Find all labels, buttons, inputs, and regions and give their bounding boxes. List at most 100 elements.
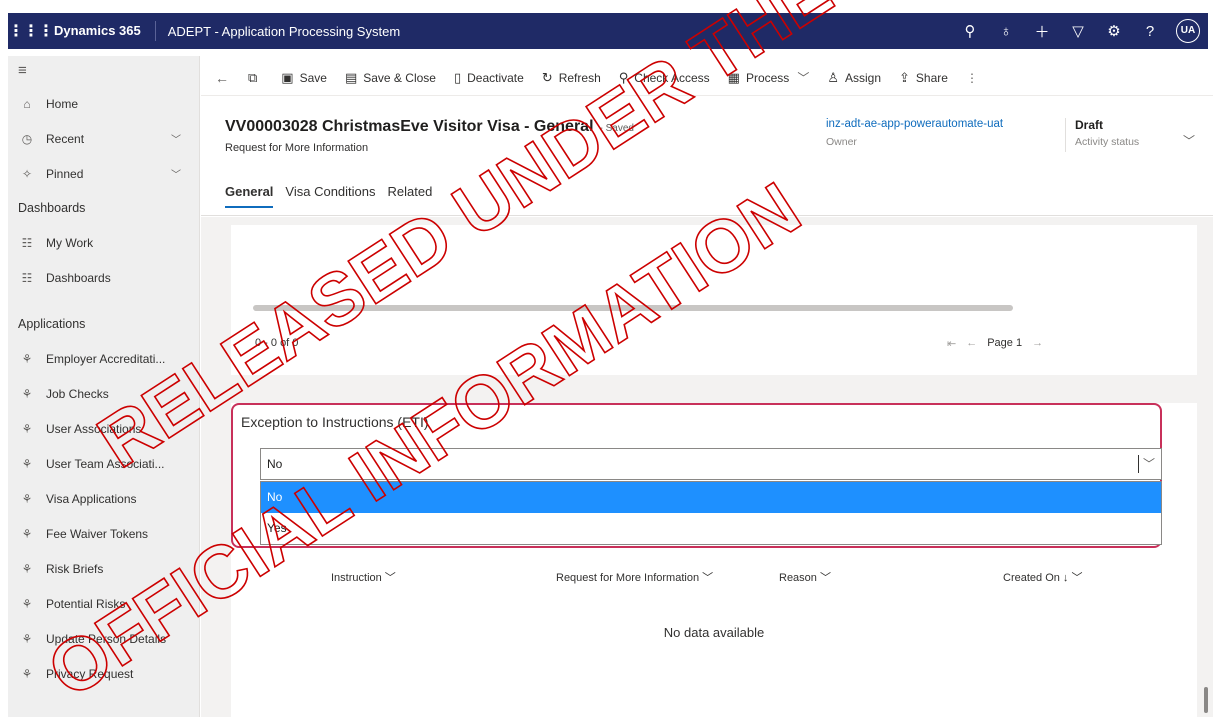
chevron-down-icon[interactable]: ﹀ xyxy=(171,166,181,181)
help-icon[interactable]: ? xyxy=(1132,23,1168,40)
header-expand-chevron-icon[interactable]: ﹀ xyxy=(1183,132,1195,149)
nav-item-my-work[interactable]: ☷ My Work xyxy=(8,225,199,260)
nav-item-employer-accreditations[interactable]: ⚘ Employer Accreditati... xyxy=(8,341,199,376)
column-header-created-on[interactable]: Created On ↓ ﹀ xyxy=(1003,569,1083,585)
puzzle-icon: ⚘ xyxy=(21,596,33,611)
share-icon: ⇪ xyxy=(899,69,910,85)
text-cursor xyxy=(1138,455,1139,473)
puzzle-icon: ⚘ xyxy=(21,631,33,646)
gear-icon[interactable]: ⚙ xyxy=(1096,22,1132,40)
hamburger-icon[interactable]: ≡ xyxy=(8,56,199,86)
record-title-text: VV00003028 ChristmasEve Visitor Visa - G… xyxy=(225,118,594,135)
avatar[interactable]: UA xyxy=(1176,19,1200,43)
left-navigation: ≡ ⌂ Home ◷ Recent ﹀ ✧ Pinned ﹀ Dashboard… xyxy=(8,56,200,717)
column-header-label: Request for More Information xyxy=(556,572,700,584)
nav-item-pinned[interactable]: ✧ Pinned ﹀ xyxy=(8,156,199,191)
nav-item-job-checks[interactable]: ⚘ Job Checks xyxy=(8,376,199,411)
column-header-instruction[interactable]: Instruction ﹀ xyxy=(331,569,396,585)
plus-icon[interactable]: ＋ xyxy=(1024,21,1060,42)
share-label: Share xyxy=(915,70,948,85)
nav-item-label: Pinned xyxy=(46,166,84,181)
nav-item-dashboards[interactable]: ☷ Dashboards xyxy=(8,260,199,295)
app-name[interactable]: ADEPT - Application Processing System xyxy=(156,24,952,39)
nav-item-user-associations[interactable]: ⚘ User Associations xyxy=(8,411,199,446)
check-access-button[interactable]: ⚲ Check Access xyxy=(610,63,719,93)
empty-grid-message: No data available xyxy=(663,625,765,640)
nav-item-update-person-details[interactable]: ⚘ Update Person Details xyxy=(8,621,199,656)
save-button[interactable]: ▣ Save xyxy=(272,63,336,93)
nav-item-fee-waiver-tokens[interactable]: ⚘ Fee Waiver Tokens xyxy=(8,516,199,551)
column-header-label: Reason xyxy=(779,572,817,584)
horizontal-scrollbar[interactable] xyxy=(253,305,1013,311)
chevron-down-icon[interactable]: ﹀ xyxy=(171,131,181,146)
nav-item-privacy-request[interactable]: ⚘ Privacy Request xyxy=(8,656,199,691)
column-header-label: Created On xyxy=(1003,572,1060,584)
top-icons: ⚲ ♁ ＋ ▽ ⚙ ? UA xyxy=(952,19,1200,43)
nav-item-label: Risk Briefs xyxy=(46,561,104,576)
search-icon[interactable]: ⚲ xyxy=(952,22,988,40)
nav-item-risk-briefs[interactable]: ⚘ Risk Briefs xyxy=(8,551,199,586)
owner-label: Owner xyxy=(826,136,857,148)
column-header-label: Instruction xyxy=(331,572,382,584)
eti-option-no[interactable]: No xyxy=(261,482,1161,513)
save-close-button[interactable]: ▤ Save & Close xyxy=(336,63,445,93)
tab-related[interactable]: Related xyxy=(388,184,433,208)
nav-item-user-team-associations[interactable]: ⚘ User Team Associati... xyxy=(8,446,199,481)
nav-item-label: Dashboards xyxy=(46,270,111,285)
new-window-icon: ⧉ xyxy=(248,69,258,85)
next-page-icon[interactable]: → xyxy=(1032,337,1043,350)
brand-name[interactable]: Dynamics 365 xyxy=(48,21,156,41)
nav-item-recent[interactable]: ◷ Recent ﹀ xyxy=(8,121,199,156)
form-tabs: General Visa Conditions Related xyxy=(225,184,432,208)
lightbulb-icon[interactable]: ♁ xyxy=(988,23,1024,40)
eti-select-value: No xyxy=(267,457,283,471)
puzzle-icon: ⚘ xyxy=(21,351,33,366)
nav-item-label: Recent xyxy=(46,131,85,146)
more-commands-icon[interactable]: ⋮ xyxy=(957,63,987,93)
process-button[interactable]: ▦ Process ﹀ xyxy=(719,63,819,93)
column-header-reason[interactable]: Reason ﹀ xyxy=(779,569,831,585)
magnifier-icon: ⚲ xyxy=(618,69,629,85)
subgrid-header: Instruction ﹀ Request for More Informati… xyxy=(231,563,1197,591)
header-divider xyxy=(1065,118,1066,152)
nav-item-potential-risks[interactable]: ⚘ Potential Risks xyxy=(8,586,199,621)
first-page-icon[interactable]: ⇤ xyxy=(947,337,956,350)
tab-general[interactable]: General xyxy=(225,184,274,208)
app-launcher-icon[interactable]: ⋮⋮⋮ xyxy=(8,21,54,41)
filter-icon[interactable]: ▽ xyxy=(1060,22,1096,40)
chevron-down-icon: ﹀ xyxy=(797,71,810,85)
share-button[interactable]: ⇪ Share xyxy=(890,63,957,93)
nav-item-visa-applications[interactable]: ⚘ Visa Applications xyxy=(8,481,199,516)
check-access-label: Check Access xyxy=(634,70,710,85)
record-count: 0 - 0 of 0 xyxy=(255,337,299,349)
nav-section-applications: Applications xyxy=(18,317,86,331)
chevron-down-icon[interactable]: ﹀ xyxy=(1143,455,1155,472)
refresh-button[interactable]: ↻ Refresh xyxy=(533,63,610,93)
eti-select[interactable]: No ﹀ xyxy=(260,448,1162,480)
nav-item-label: User Associations xyxy=(46,421,142,436)
open-in-new-window-button[interactable]: ⧉ xyxy=(239,63,272,93)
save-label: Save xyxy=(299,70,327,85)
form-body: 0 - 0 of 0 ⇤ ← Page 1 → Exception to Ins… xyxy=(201,217,1213,717)
nav-item-home[interactable]: ⌂ Home xyxy=(8,86,199,121)
save-close-icon: ▤ xyxy=(344,69,358,85)
assign-button[interactable]: ♙ Assign xyxy=(818,63,890,93)
record-header: VV00003028 ChristmasEve Visitor Visa - G… xyxy=(201,96,1213,216)
vertical-scrollbar-thumb[interactable] xyxy=(1204,687,1208,713)
document-icon: ▯ xyxy=(453,69,462,85)
back-arrow-icon[interactable]: ← xyxy=(201,63,239,93)
column-header-request[interactable]: Request for More Information ﹀ xyxy=(556,569,713,585)
puzzle-icon: ⚘ xyxy=(21,666,33,681)
eti-option-yes[interactable]: Yes xyxy=(261,513,1161,544)
person-icon: ♙ xyxy=(827,69,839,85)
previous-page-icon[interactable]: ← xyxy=(966,337,977,350)
deactivate-button[interactable]: ▯ Deactivate xyxy=(445,63,533,93)
nav-item-label: Potential Risks xyxy=(46,596,126,611)
eti-field-label: Exception to Instructions (ETI) xyxy=(241,414,429,430)
top-navigation: ⋮⋮⋮ Dynamics 365 ADEPT - Application Pro… xyxy=(8,13,1208,49)
puzzle-icon: ⚘ xyxy=(21,526,33,541)
owner-link[interactable]: inz-adt-ae-app-powerautomate-uat xyxy=(826,118,1003,130)
tab-visa-conditions[interactable]: Visa Conditions xyxy=(285,184,375,208)
deactivate-label: Deactivate xyxy=(467,70,524,85)
nav-item-label: Privacy Request xyxy=(46,666,134,681)
